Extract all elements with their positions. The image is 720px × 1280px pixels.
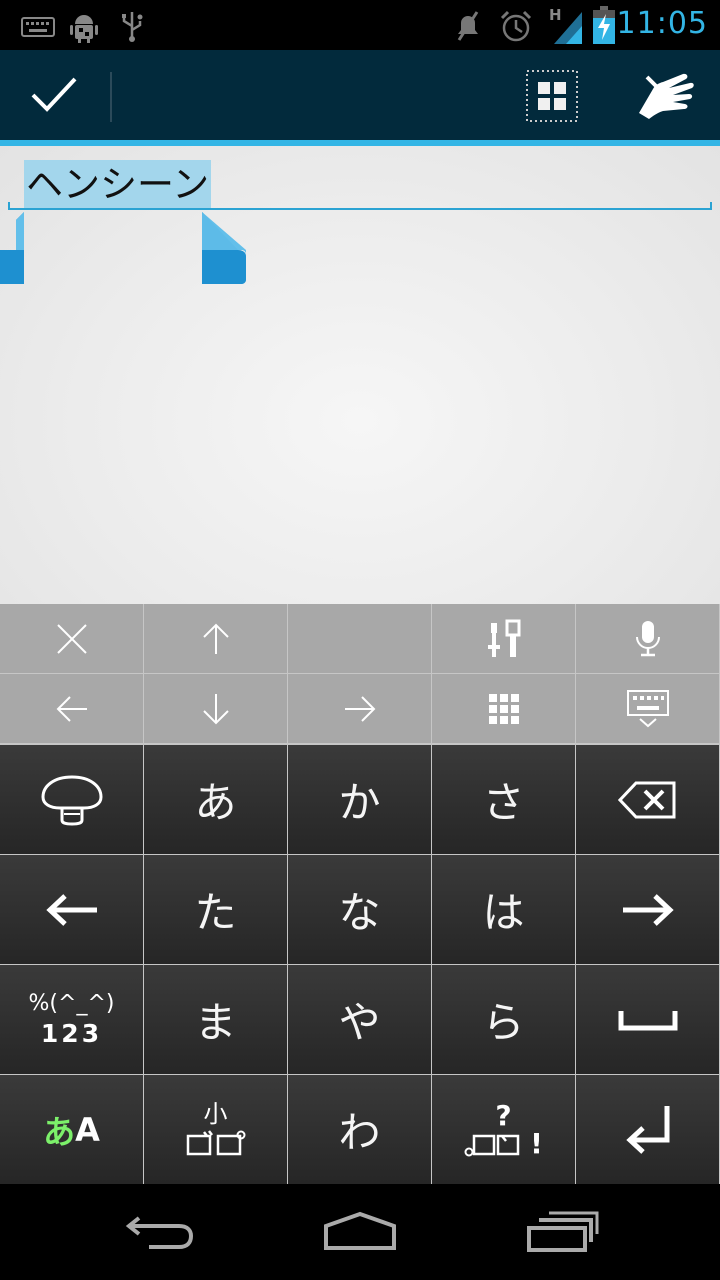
input-mode-key[interactable]: あ A (0, 1075, 143, 1184)
keyboard-icon (21, 17, 55, 37)
cursor-right-tool-key[interactable] (288, 674, 431, 743)
hand-button[interactable] (620, 56, 710, 136)
arrow-up-icon (202, 623, 229, 654)
symbols-numbers-key[interactable]: %(^_^) 123 (0, 965, 143, 1074)
symbols-label: %(^_^) (28, 991, 115, 1016)
arrow-left-icon (56, 695, 87, 722)
key-ya-label: や (338, 998, 381, 1047)
key-ka-label: か (338, 778, 381, 827)
key-na[interactable]: な (288, 855, 431, 964)
key-wa[interactable]: わ (288, 1075, 431, 1184)
hand-icon (639, 73, 694, 119)
tools-key[interactable] (432, 604, 575, 673)
small-dakuten-key[interactable]: 小 (144, 1075, 287, 1184)
key-ha[interactable]: は (432, 855, 575, 964)
done-button[interactable] (0, 50, 108, 140)
status-time: 11:05 (616, 6, 708, 41)
close-keyboard-key[interactable] (0, 604, 143, 673)
key-ka[interactable]: か (288, 745, 431, 854)
signal-icon (554, 12, 582, 44)
enter-icon (625, 1105, 669, 1154)
dakuten-icon (186, 1129, 245, 1155)
check-icon (31, 77, 77, 112)
key-ra[interactable]: ら (432, 965, 575, 1074)
grid-icon (488, 693, 519, 724)
action-bar-divider (110, 72, 112, 122)
space-icon (618, 1010, 677, 1030)
hide-keyboard-key[interactable] (576, 674, 719, 743)
key-ta-label: た (194, 888, 237, 937)
key-a-label: あ (194, 778, 237, 827)
key-ra-label: ら (482, 998, 525, 1047)
backspace-key[interactable] (576, 745, 719, 854)
numbers-label: 123 (40, 1019, 103, 1048)
cursor-right-icon (622, 893, 674, 926)
arrow-right-icon (344, 695, 375, 722)
keyboard: あ か さ た な は %(^_^) 123 ま や ら あ A 小 わ ? ! (0, 604, 720, 1184)
selected-text[interactable]: ヘンシーン (24, 160, 212, 210)
key-sa-label: さ (482, 778, 525, 827)
key-a[interactable]: あ (144, 745, 287, 854)
back-button[interactable] (105, 1194, 215, 1270)
select-all-button[interactable] (516, 60, 588, 132)
battery-charging-icon (593, 6, 615, 44)
mode-latin-label: A (75, 1110, 100, 1149)
back-icon (125, 1216, 194, 1249)
select-all-grid-icon (526, 70, 578, 122)
emoji-key[interactable] (0, 745, 143, 854)
recent-apps-icon (527, 1211, 599, 1252)
key-ma[interactable]: ま (144, 965, 287, 1074)
cursor-down-key[interactable] (144, 674, 287, 743)
punctuation-row: ! (464, 1126, 543, 1160)
punctuation-key[interactable]: ? ! (432, 1075, 575, 1184)
backspace-icon (617, 781, 675, 818)
exclaim-label: ! (530, 1126, 543, 1160)
question-label: ? (495, 1098, 512, 1132)
cursor-left-key[interactable] (0, 855, 143, 964)
key-ya[interactable]: や (288, 965, 431, 1074)
tools-icon (487, 619, 520, 657)
selection-handle-left[interactable] (0, 212, 24, 284)
voice-input-key[interactable] (576, 604, 719, 673)
punctuation-icon (464, 1134, 520, 1156)
cursor-left-icon (45, 893, 97, 926)
recent-apps-button[interactable] (508, 1194, 618, 1270)
space-key[interactable] (576, 965, 719, 1074)
key-ha-label: は (482, 888, 525, 937)
keyboard-hide-icon (626, 689, 669, 727)
cursor-right-key[interactable] (576, 855, 719, 964)
key-ma-label: ま (194, 998, 237, 1047)
cursor-left-tool-key[interactable] (0, 674, 143, 743)
home-icon (324, 1211, 396, 1250)
editor-area[interactable]: ヘンシーン (0, 146, 720, 604)
text-field-underline (8, 202, 712, 210)
key-sa[interactable]: さ (432, 745, 575, 854)
key-wa-label: わ (338, 1108, 381, 1157)
usb-icon (122, 12, 143, 42)
android-debug-icon (70, 15, 98, 43)
navigation-bar (0, 1184, 720, 1280)
mushroom-icon (40, 774, 103, 826)
key-ta[interactable]: た (144, 855, 287, 964)
selection-handle-right[interactable] (202, 212, 246, 284)
microphone-icon (635, 620, 660, 656)
small-label: 小 (203, 1099, 228, 1128)
action-bar (0, 50, 720, 140)
status-bar: H 11:05 (0, 0, 720, 50)
mute-icon (457, 11, 479, 41)
home-button[interactable] (305, 1194, 415, 1270)
keyboard-layout-key[interactable] (432, 674, 575, 743)
mode-kana-label: あ (43, 1112, 76, 1151)
close-icon (56, 623, 87, 654)
enter-key[interactable] (576, 1075, 719, 1184)
key-na-label: な (338, 888, 381, 937)
arrow-down-icon (202, 693, 229, 724)
blank-tool-key[interactable] (288, 604, 431, 673)
alarm-icon (500, 10, 532, 42)
cursor-up-key[interactable] (144, 604, 287, 673)
